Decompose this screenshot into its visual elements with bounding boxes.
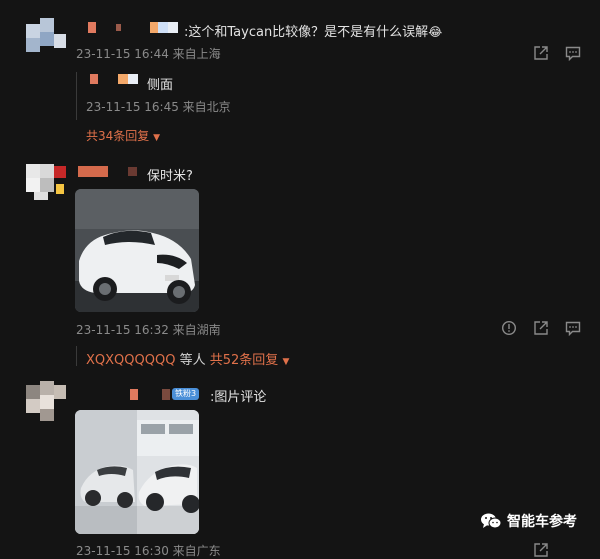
wechat-icon bbox=[480, 512, 502, 530]
share-icon[interactable] bbox=[533, 542, 549, 558]
comment-icon[interactable] bbox=[565, 320, 581, 336]
watermark-text: 智能车参考 bbox=[507, 514, 577, 530]
reply-meta: 23-11-15 16:45 来自北京 bbox=[86, 100, 231, 114]
comment-text: :这个和Taycan比较像？是不是有什么误解 bbox=[184, 25, 429, 40]
username-blurred[interactable] bbox=[130, 389, 174, 400]
expand-replies-link[interactable]: XQXQQQQQQ 等人 共52条回复 ▼ bbox=[86, 349, 289, 368]
reply-thread-bar bbox=[76, 72, 77, 120]
reply-thread-bar bbox=[76, 346, 77, 366]
comment-text: :图片评论 bbox=[210, 390, 267, 405]
laughing-emoji-icon: 😂 bbox=[428, 25, 443, 39]
username-blurred[interactable] bbox=[78, 166, 144, 177]
avatar[interactable] bbox=[26, 381, 68, 423]
reply-count: 共52条回复 bbox=[209, 353, 279, 368]
fan-level-badge: 铁粉3 bbox=[172, 388, 200, 400]
comment-text: 保时米? bbox=[147, 169, 193, 184]
comment-image-thumbnail[interactable] bbox=[75, 410, 199, 534]
replier-suffix: 等人 bbox=[179, 353, 206, 368]
expand-replies-link[interactable]: 共34条回复 ▼ bbox=[86, 127, 160, 144]
fan-badge-text: 铁粉3 bbox=[175, 389, 197, 398]
comment-icon[interactable] bbox=[565, 45, 581, 61]
replier-name: XQXQQQQQQ bbox=[86, 353, 176, 368]
comment-meta: 23-11-15 16:32 来自湖南 bbox=[76, 323, 221, 337]
reply-username-blurred[interactable] bbox=[90, 74, 146, 85]
comment-image-thumbnail[interactable] bbox=[75, 189, 199, 312]
watermark: 智能车参考 bbox=[480, 511, 577, 531]
avatar[interactable] bbox=[26, 18, 68, 60]
share-icon[interactable] bbox=[533, 320, 549, 336]
caret-down-icon: ▼ bbox=[282, 357, 290, 367]
comment-meta: 23-11-15 16:30 来自广东 bbox=[76, 544, 221, 558]
comment-meta: 23-11-15 16:44 来自上海 bbox=[76, 47, 221, 61]
share-icon[interactable] bbox=[533, 45, 549, 61]
username-blurred[interactable] bbox=[88, 22, 178, 33]
avatar[interactable] bbox=[26, 164, 68, 206]
reply-count: 共34条回复 bbox=[86, 129, 150, 143]
report-icon[interactable] bbox=[501, 320, 517, 336]
caret-down-icon: ▼ bbox=[153, 133, 161, 143]
reply-text: 侧面 bbox=[147, 78, 174, 93]
